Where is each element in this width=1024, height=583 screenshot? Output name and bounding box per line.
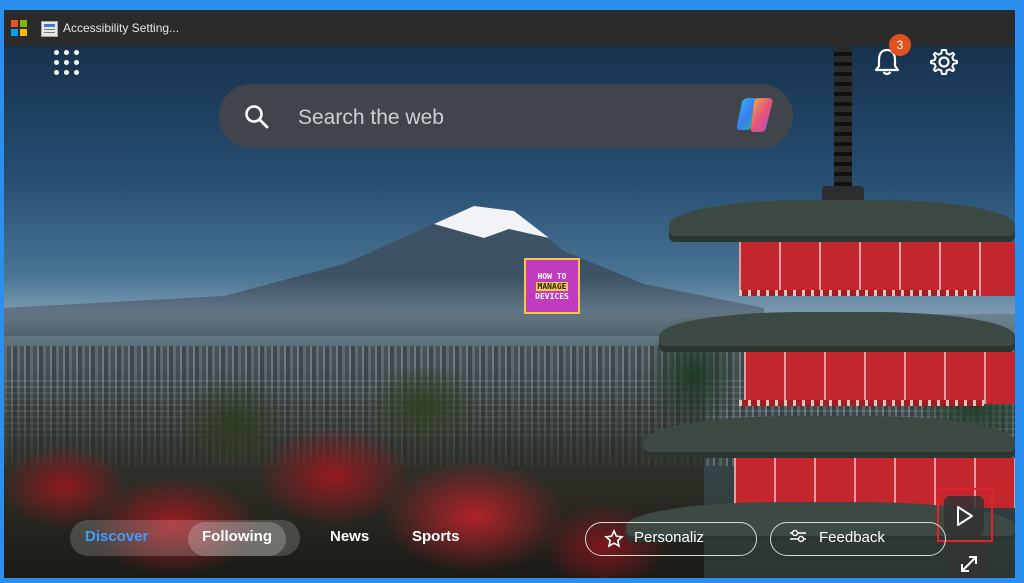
personalize-button[interactable]: Personaliz: [585, 522, 757, 556]
apps-dot: [63, 59, 69, 65]
watermark-line-2: MANAGE: [535, 281, 569, 291]
feedback-label: Feedback: [819, 529, 885, 546]
browser-window: Accessibility Setting... 3 Search the we…: [4, 10, 1015, 578]
gear-icon[interactable]: [926, 44, 962, 80]
logo-square-green: [20, 20, 27, 27]
apps-grid-icon[interactable]: [50, 46, 82, 78]
pagoda-spire: [834, 46, 852, 196]
star-icon: [604, 529, 624, 548]
pagoda-wall-mid: [744, 352, 1015, 404]
search-icon[interactable]: [244, 104, 270, 130]
apps-dot: [53, 59, 59, 65]
microsoft-logo-icon: [11, 20, 27, 36]
notification-count-badge: 3: [889, 34, 911, 56]
copilot-icon[interactable]: [734, 96, 778, 136]
tab-sports[interactable]: Sports: [412, 522, 460, 556]
feed-bar: Discover Following News Sports Personali…: [40, 508, 1000, 556]
watermark-line-3: DEVICES: [535, 291, 569, 301]
watermark-line-1: HOW TO: [537, 271, 567, 281]
pagoda-railing: [739, 400, 984, 406]
pagoda-roof-mid: [659, 312, 1015, 352]
pagoda-wall-top: [739, 242, 1015, 296]
apps-dot: [73, 69, 79, 75]
tab-discover[interactable]: Discover: [85, 522, 148, 556]
feedback-icon: [790, 529, 806, 543]
pagoda-railing: [739, 290, 979, 296]
personalize-label: Personaliz: [634, 529, 705, 546]
window-tab-title[interactable]: Accessibility Setting...: [63, 21, 179, 35]
apps-dot: [63, 69, 69, 75]
tab-following[interactable]: Following: [188, 522, 286, 556]
apps-dot: [53, 49, 59, 55]
logo-square-yellow: [20, 29, 27, 36]
expand-button[interactable]: [949, 544, 989, 578]
logo-square-red: [11, 20, 18, 27]
apps-dot: [63, 49, 69, 55]
expand-icon: [961, 556, 977, 572]
title-bar: Accessibility Setting...: [4, 10, 1015, 46]
pagoda-roof-low: [644, 416, 1015, 458]
apps-dot: [53, 69, 59, 75]
logo-square-blue: [11, 29, 18, 36]
search-input[interactable]: Search the web: [298, 106, 444, 130]
pagoda-roof-top: [669, 200, 1015, 242]
apps-dot: [73, 49, 79, 55]
watermark-logo: HOW TO MANAGE DEVICES: [524, 258, 580, 314]
tab-news[interactable]: News: [330, 522, 369, 556]
feedback-button[interactable]: Feedback: [770, 522, 946, 556]
page-document-icon: [41, 21, 58, 37]
apps-dot: [73, 59, 79, 65]
